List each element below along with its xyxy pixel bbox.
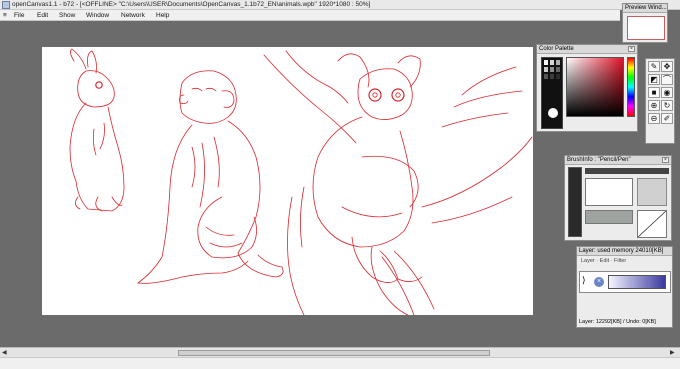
layer-thumbnail [608,275,666,289]
layer-row[interactable]: ⟩ × [579,271,671,293]
layer-panel: Layer: used memory 24010[KB] Layer · Edi… [576,246,673,328]
hue-slider[interactable] [627,57,635,117]
pressure-curve[interactable] [637,210,667,238]
color-palette-title: Color Palette [537,45,637,54]
layer-memory-footer: Layer: 12292[KB] / Undo: 0[KB] [579,319,656,325]
layer-menu-layer[interactable]: Layer [581,258,595,264]
zoom-icon[interactable]: ⊕ [648,100,660,111]
color-gradient-picker[interactable] [566,57,624,117]
visibility-icon[interactable]: ⟩ [582,275,586,286]
preview-thumbnail[interactable] [627,16,665,40]
menu-edit[interactable]: Edit [37,12,48,19]
tool-panel: ✎ ✥ ◩ ⌒ ■ ◉ ⊕ ↻ ⊖ ✐ [645,58,675,144]
scrollbar-thumb[interactable] [178,350,490,356]
close-icon[interactable]: × [662,157,669,163]
horizontal-scrollbar[interactable]: ◀ ▶ [0,347,680,357]
zoom-out-icon[interactable]: ⊖ [648,113,660,124]
eye-icon[interactable]: ◉ [661,87,673,98]
preview-window[interactable]: Preview Wind... [622,3,668,43]
menu-window[interactable]: Window [86,12,109,19]
lock-icon[interactable]: × [594,277,604,287]
layer-menu-edit[interactable]: Edit [600,258,609,264]
brush-stroke-preview [585,178,633,206]
scroll-left-icon[interactable]: ◀ [2,349,7,356]
rotate-icon[interactable]: ↻ [661,100,673,111]
status-bar [0,357,680,369]
swatch-grid[interactable] [541,57,563,129]
drawing-canvas[interactable] [42,47,533,316]
scroll-right-icon[interactable]: ▶ [670,349,675,356]
current-color-indicator [548,108,558,118]
layer-menu-filter[interactable]: Filter [614,258,626,264]
brush-texture[interactable] [585,210,633,224]
brush-info-title: BrushInfo : "Pencil/Pen" [565,156,671,165]
brush-preset-list[interactable] [568,167,582,237]
menu-help[interactable]: Help [156,12,169,19]
brush-info-panel: BrushInfo : "Pencil/Pen" × [564,155,672,241]
brush-size-slider[interactable] [585,168,669,174]
color-palette-panel: Color Palette × [536,44,638,132]
app-icon [2,1,10,9]
lasso-icon[interactable]: ⌒ [661,74,673,85]
eraser-icon[interactable]: ◩ [648,74,660,85]
pen-icon[interactable]: ✎ [648,61,660,72]
close-icon[interactable]: × [628,46,635,52]
layer-menu: Layer · Edit · Filter [581,258,627,264]
brush-settings-buttons[interactable] [637,178,667,206]
hand-icon[interactable]: ✥ [661,61,673,72]
sketch-drawing [69,48,533,316]
menu-network[interactable]: Network [121,12,145,19]
menu-show[interactable]: Show [59,12,75,19]
menu-file[interactable]: File [14,12,24,19]
menu-icon[interactable]: ≡ [3,12,7,19]
title-bar: openCanvas1.1 - b72 - [<OFFLINE> "C:\Use… [0,0,680,10]
layer-panel-title: Layer: used memory 24010[KB] [577,247,672,256]
menu-bar: ≡ File Edit Show Window Network Help [0,10,620,21]
bucket-icon[interactable]: ■ [648,87,660,98]
preview-title: Preview Wind... [623,4,667,13]
window-title: openCanvas1.1 - b72 - [<OFFLINE> "C:\Use… [12,1,371,8]
brush-icon[interactable]: ✐ [661,113,673,124]
